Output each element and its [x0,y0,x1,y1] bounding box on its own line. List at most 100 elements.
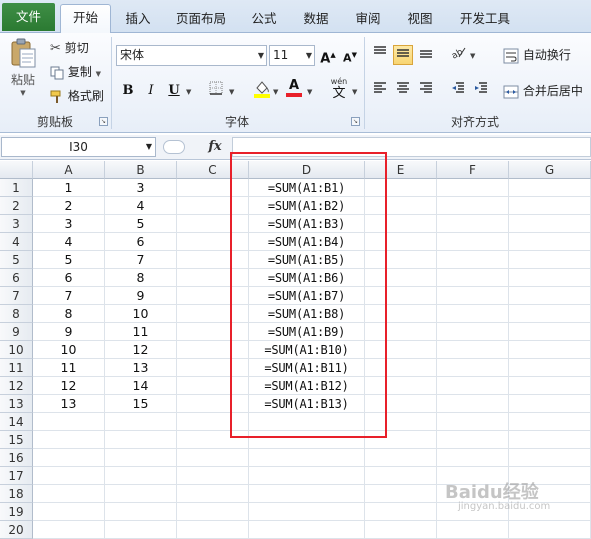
cell-a10[interactable]: 10 [33,341,105,359]
cell-b15[interactable] [105,431,177,449]
cell-b9[interactable]: 11 [105,323,177,341]
cell-f5[interactable] [437,251,509,269]
cell-g10[interactable] [509,341,591,359]
decrease-indent-button[interactable] [448,81,468,101]
orientation-button[interactable]: ab [448,45,468,65]
cell-f8[interactable] [437,305,509,323]
cell-a6[interactable]: 6 [33,269,105,287]
tab-formulas[interactable]: 公式 [242,6,286,33]
cell-c17[interactable] [177,467,249,485]
cell-f15[interactable] [437,431,509,449]
row-header[interactable]: 10 [0,341,33,359]
cell-b2[interactable]: 4 [105,197,177,215]
cell-g3[interactable] [509,215,591,233]
cell-a19[interactable] [33,503,105,521]
cell-a20[interactable] [33,521,105,539]
tab-developer[interactable]: 开发工具 [450,6,520,33]
cell-b11[interactable]: 13 [105,359,177,377]
row-header[interactable]: 17 [0,467,33,485]
cell-a7[interactable]: 7 [33,287,105,305]
row-header[interactable]: 16 [0,449,33,467]
cell-b4[interactable]: 6 [105,233,177,251]
italic-button[interactable]: I [141,81,161,101]
cell-d19[interactable] [249,503,365,521]
align-right-button[interactable] [416,81,436,101]
cell-c16[interactable] [177,449,249,467]
cell-a17[interactable] [33,467,105,485]
merge-center-button[interactable]: 合并后居中 [503,82,583,100]
clipboard-launcher-icon[interactable]: ↘ [99,117,108,126]
cell-a4[interactable]: 4 [33,233,105,251]
cell-c20[interactable] [177,521,249,539]
cell-e18[interactable] [365,485,437,503]
row-header[interactable]: 18 [0,485,33,503]
cell-b6[interactable]: 8 [105,269,177,287]
select-all-corner[interactable] [0,161,33,179]
copy-button[interactable]: 复制 ▼ [50,63,101,83]
grow-font-button[interactable]: A▲ [318,45,338,66]
cell-g6[interactable] [509,269,591,287]
font-color-button[interactable]: A [284,79,304,99]
cell-b18[interactable] [105,485,177,503]
row-header[interactable]: 12 [0,377,33,395]
fill-color-button[interactable] [252,79,272,99]
borders-dropdown-icon[interactable]: ▼ [229,88,234,96]
align-top-button[interactable] [370,45,390,65]
cell-a1[interactable]: 1 [33,179,105,197]
cell-g9[interactable] [509,323,591,341]
cell-a12[interactable]: 12 [33,377,105,395]
shrink-font-button[interactable]: A▼ [340,45,360,65]
cell-a2[interactable]: 2 [33,197,105,215]
orientation-dropdown-icon[interactable]: ▼ [470,52,475,60]
cell-f12[interactable] [437,377,509,395]
cell-f13[interactable] [437,395,509,413]
cell-a14[interactable] [33,413,105,431]
borders-button[interactable] [206,81,226,101]
cell-g7[interactable] [509,287,591,305]
cell-f14[interactable] [437,413,509,431]
cell-d16[interactable] [249,449,365,467]
cell-a11[interactable]: 11 [33,359,105,377]
column-header-f[interactable]: F [437,161,509,179]
align-bottom-button[interactable] [416,45,436,65]
cell-f3[interactable] [437,215,509,233]
cell-b14[interactable] [105,413,177,431]
tab-data[interactable]: 数据 [294,6,338,33]
phonetic-button[interactable]: wén 文 [326,77,352,103]
cell-f10[interactable] [437,341,509,359]
row-header[interactable]: 5 [0,251,33,269]
bold-button[interactable]: B [118,81,138,101]
cell-d18[interactable] [249,485,365,503]
cell-b20[interactable] [105,521,177,539]
increase-indent-button[interactable] [471,81,491,101]
format-painter-button[interactable]: 格式刷 [50,87,104,105]
font-launcher-icon[interactable]: ↘ [351,117,360,126]
wrap-text-button[interactable]: 自动换行 [503,46,571,64]
column-header-a[interactable]: A [33,161,105,179]
tab-review[interactable]: 审阅 [346,6,390,33]
cell-b10[interactable]: 12 [105,341,177,359]
cell-a16[interactable] [33,449,105,467]
font-name-combo[interactable]: 宋体 ▼ [116,45,267,66]
font-size-combo[interactable]: 11 ▼ [269,45,315,66]
tab-page-layout[interactable]: 页面布局 [166,6,236,33]
tab-view[interactable]: 视图 [398,6,442,33]
row-header[interactable]: 4 [0,233,33,251]
cell-b12[interactable]: 14 [105,377,177,395]
row-header[interactable]: 1 [0,179,33,197]
row-header[interactable]: 13 [0,395,33,413]
cell-g16[interactable] [509,449,591,467]
cell-g8[interactable] [509,305,591,323]
cell-g14[interactable] [509,413,591,431]
cell-f11[interactable] [437,359,509,377]
tab-file[interactable]: 文件 [2,3,55,31]
cell-f9[interactable] [437,323,509,341]
cell-b19[interactable] [105,503,177,521]
cell-a15[interactable] [33,431,105,449]
cell-g13[interactable] [509,395,591,413]
cell-f7[interactable] [437,287,509,305]
cell-b1[interactable]: 3 [105,179,177,197]
cell-g15[interactable] [509,431,591,449]
row-header[interactable]: 9 [0,323,33,341]
tab-insert[interactable]: 插入 [116,6,160,33]
